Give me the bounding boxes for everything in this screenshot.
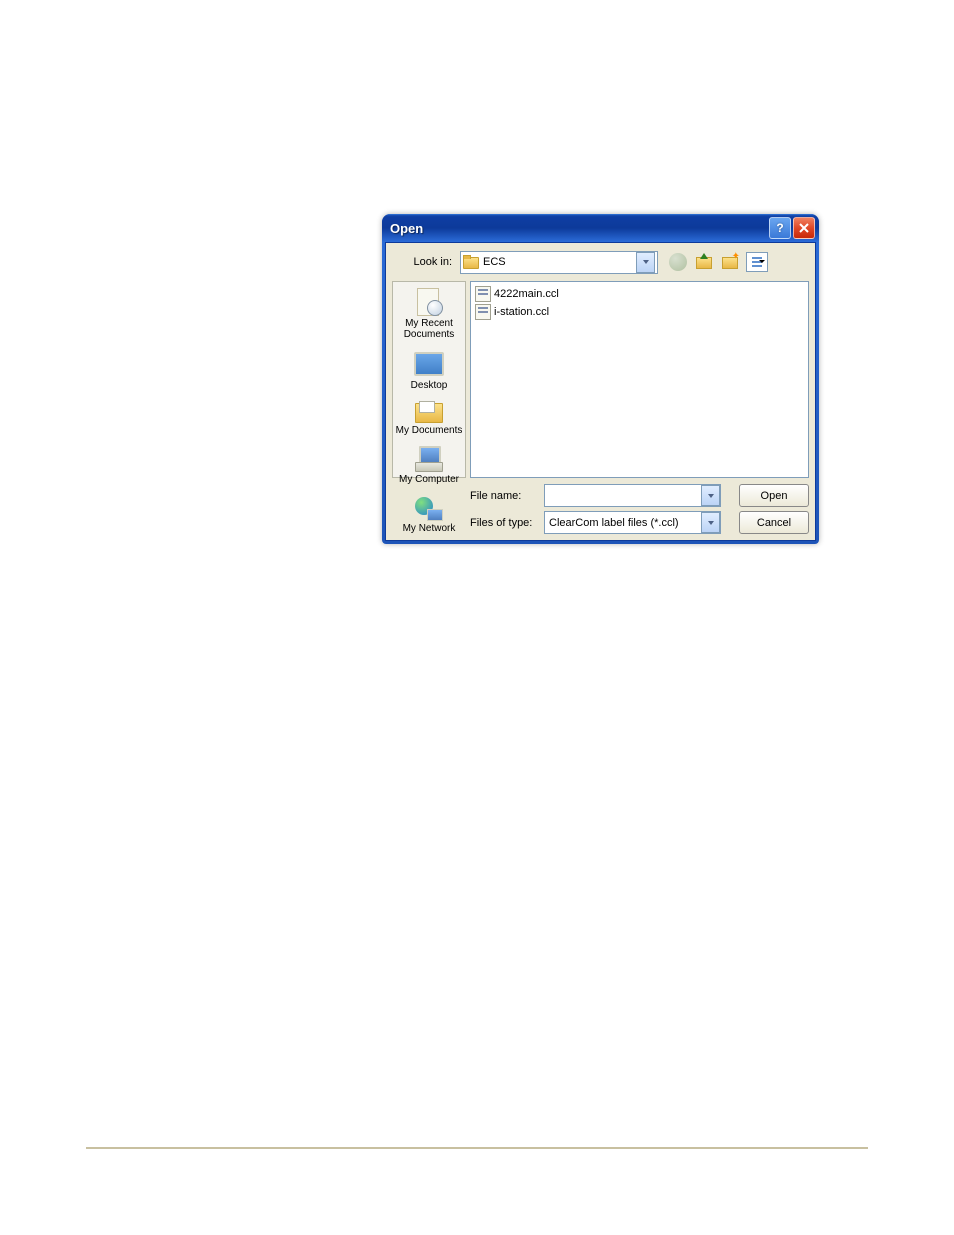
up-one-level-button[interactable] bbox=[694, 252, 714, 272]
open-button[interactable]: Open bbox=[739, 484, 809, 507]
place-label: My Documents bbox=[396, 425, 463, 436]
places-bar: My RecentDocuments Desktop My Documents … bbox=[392, 281, 466, 478]
lookin-value: ECS bbox=[483, 256, 636, 268]
lookin-label: Look in: bbox=[392, 256, 460, 268]
file-item[interactable]: i-station.ccl bbox=[475, 304, 804, 320]
filetype-dropdown[interactable]: ClearCom label files (*.ccl) bbox=[544, 511, 721, 534]
bottom-area: File name: Open Files of type: ClearCom … bbox=[386, 478, 815, 540]
lookin-row: Look in: ECS bbox=[386, 243, 815, 277]
file-icon bbox=[475, 286, 491, 302]
recent-documents-icon bbox=[413, 288, 445, 316]
dropdown-arrow-icon bbox=[701, 485, 720, 506]
folder-icon bbox=[463, 255, 479, 269]
place-label: My RecentDocuments bbox=[404, 318, 455, 340]
back-icon bbox=[669, 253, 687, 271]
new-folder-button[interactable] bbox=[720, 252, 740, 272]
horizontal-rule bbox=[86, 1147, 868, 1149]
dialog-title: Open bbox=[390, 221, 767, 236]
lookin-dropdown[interactable]: ECS bbox=[460, 251, 658, 274]
cancel-button[interactable]: Cancel bbox=[739, 511, 809, 534]
filetype-value: ClearCom label files (*.ccl) bbox=[549, 517, 679, 529]
filetype-label: Files of type: bbox=[470, 517, 536, 529]
place-label: Desktop bbox=[411, 380, 448, 391]
place-my-documents[interactable]: My Documents bbox=[393, 401, 465, 436]
file-list[interactable]: 4222main.ccl i-station.ccl bbox=[470, 281, 809, 478]
filename-input[interactable] bbox=[544, 484, 721, 507]
dropdown-arrow-icon bbox=[701, 512, 720, 533]
dialog-body: Look in: ECS My RecentDocuments bbox=[385, 242, 816, 541]
close-button[interactable] bbox=[793, 217, 815, 239]
views-button[interactable] bbox=[746, 252, 768, 272]
place-recent-documents[interactable]: My RecentDocuments bbox=[393, 288, 465, 340]
new-folder-icon bbox=[722, 255, 738, 269]
my-computer-icon bbox=[415, 446, 443, 472]
filename-row: File name: Open bbox=[470, 484, 809, 507]
open-dialog: Open ? Look in: ECS My Re bbox=[382, 214, 819, 544]
file-name: 4222main.ccl bbox=[494, 288, 559, 300]
up-folder-icon bbox=[696, 255, 712, 269]
help-button[interactable]: ? bbox=[769, 217, 791, 239]
place-desktop[interactable]: Desktop bbox=[393, 350, 465, 391]
file-name: i-station.ccl bbox=[494, 306, 549, 318]
my-network-icon bbox=[415, 495, 443, 521]
file-item[interactable]: 4222main.ccl bbox=[475, 286, 804, 302]
titlebar: Open ? bbox=[382, 214, 819, 242]
middle-area: My RecentDocuments Desktop My Documents … bbox=[386, 277, 815, 478]
my-documents-icon bbox=[415, 401, 443, 423]
dropdown-arrow-icon bbox=[636, 252, 655, 273]
file-icon bbox=[475, 304, 491, 320]
filename-label: File name: bbox=[470, 490, 536, 502]
close-icon bbox=[799, 223, 809, 233]
filetype-row: Files of type: ClearCom label files (*.c… bbox=[470, 511, 809, 534]
toolbar bbox=[668, 252, 768, 272]
back-button[interactable] bbox=[668, 252, 688, 272]
desktop-icon bbox=[413, 350, 445, 378]
